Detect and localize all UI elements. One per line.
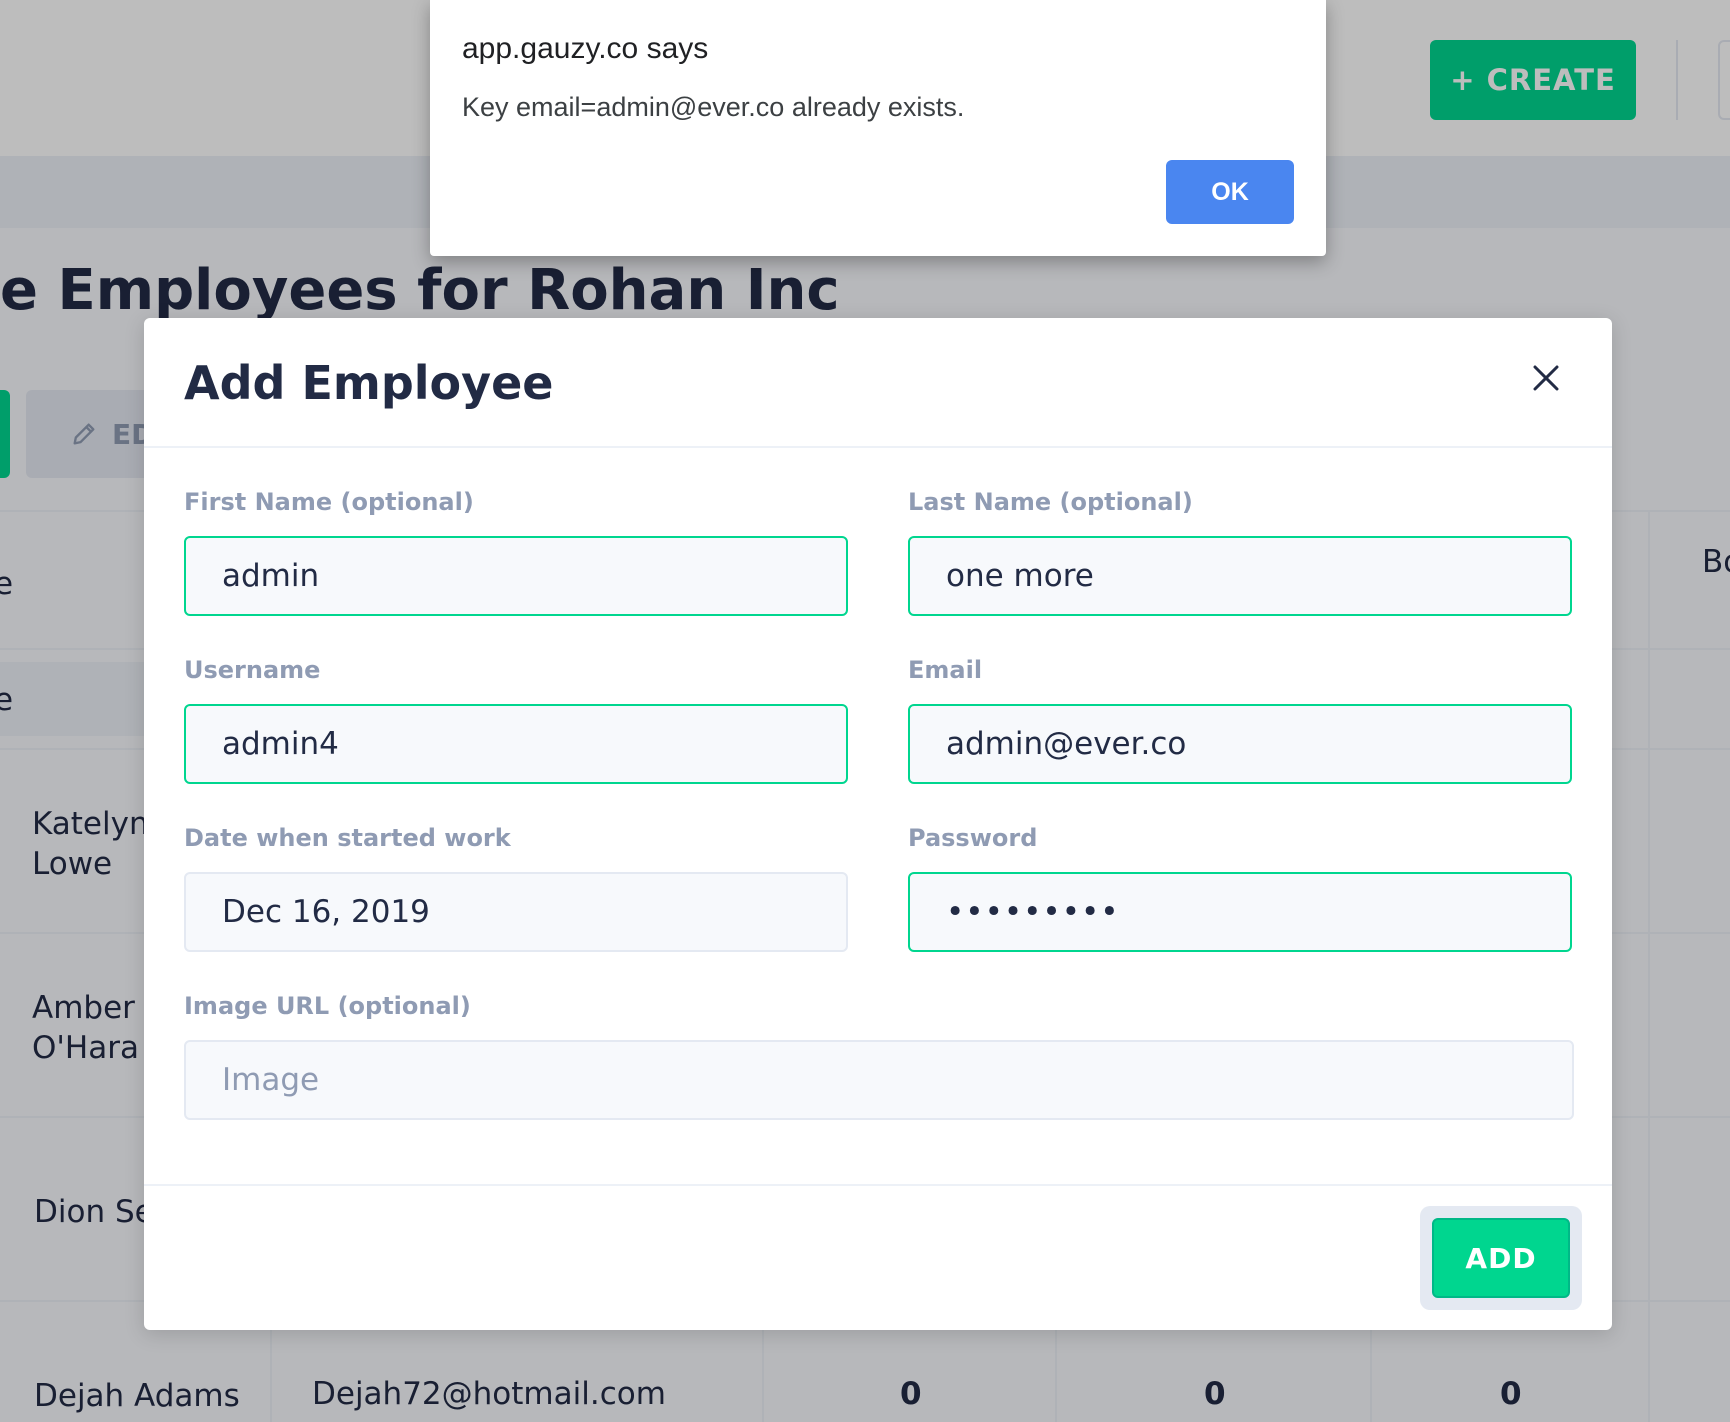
alert-message: Key email=admin@ever.co already exists.: [462, 92, 965, 122]
image-url-label: Image URL (optional): [184, 992, 471, 1020]
first-name-input[interactable]: admin: [184, 536, 848, 616]
username-label: Username: [184, 656, 321, 684]
last-name-input[interactable]: one more: [908, 536, 1572, 616]
last-name-label: Last Name (optional): [908, 488, 1193, 516]
password-label: Password: [908, 824, 1038, 852]
password-input[interactable]: •••••••••: [908, 872, 1572, 952]
add-button[interactable]: ADD: [1432, 1218, 1570, 1298]
close-icon[interactable]: [1530, 362, 1562, 394]
dialog-footer-divider: [144, 1184, 1612, 1186]
browser-alert-dialog: app.gauzy.co says Key email=admin@ever.c…: [430, 0, 1326, 256]
email-input[interactable]: admin@ever.co: [908, 704, 1572, 784]
username-input[interactable]: admin4: [184, 704, 848, 784]
ok-button[interactable]: OK: [1166, 160, 1294, 224]
alert-title: app.gauzy.co says: [462, 32, 709, 65]
dialog-title: Add Employee: [184, 356, 554, 410]
add-employee-dialog: Add Employee First Name (optional) admin…: [144, 318, 1612, 1330]
start-date-label: Date when started work: [184, 824, 511, 852]
image-url-input[interactable]: Image: [184, 1040, 1574, 1120]
email-label: Email: [908, 656, 983, 684]
start-date-input[interactable]: Dec 16, 2019: [184, 872, 848, 952]
dialog-header: Add Employee: [144, 318, 1612, 448]
first-name-label: First Name (optional): [184, 488, 474, 516]
